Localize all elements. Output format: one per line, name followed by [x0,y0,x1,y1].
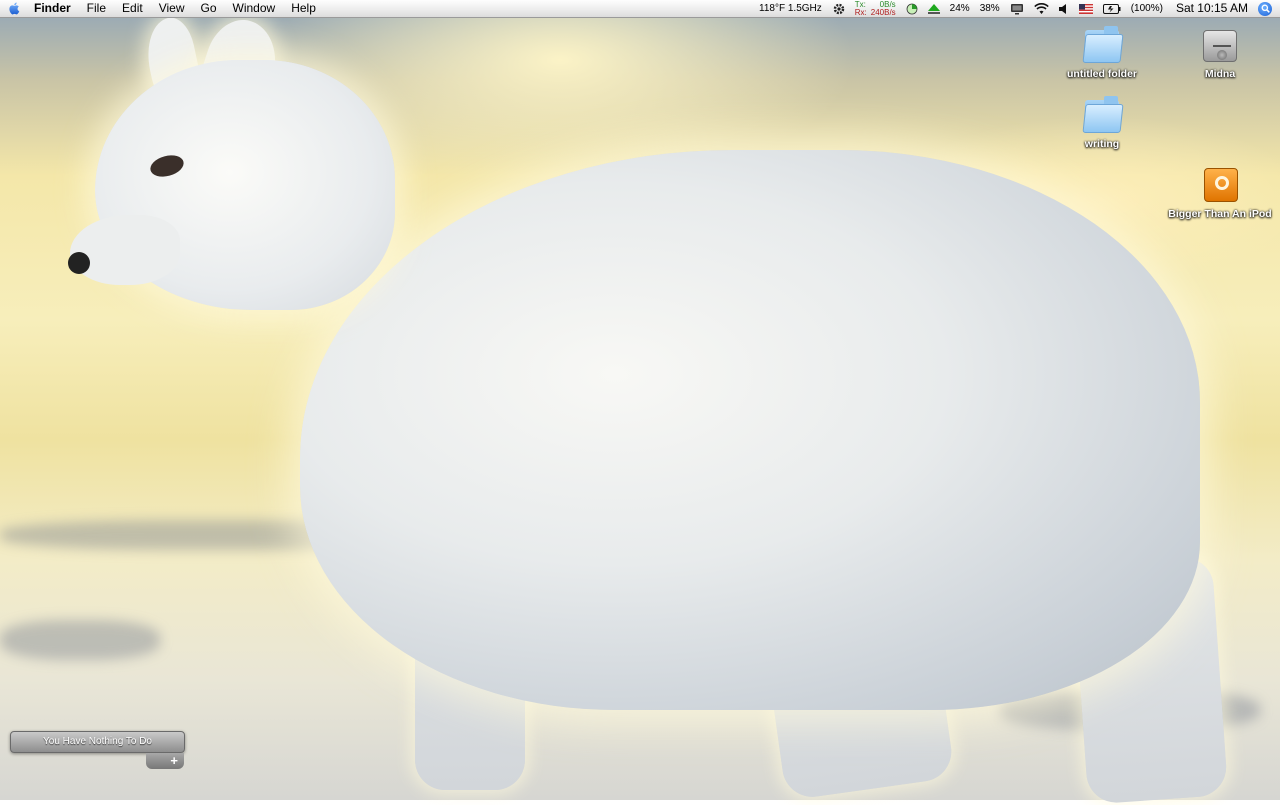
pie-chart-icon[interactable] [901,3,923,15]
desktop-icon-label: writing [1084,138,1120,150]
add-todo-button[interactable]: + [146,753,184,769]
upload-arrow-icon[interactable] [923,3,945,14]
network-meter[interactable]: 0B/s 240B/s [870,0,901,17]
hard-disk-icon [1200,24,1240,64]
us-flag-icon[interactable] [1074,3,1098,14]
menu-file[interactable]: File [79,0,114,17]
desktop-icon-label: untitled folder [1067,68,1137,80]
rx-value: 240B/s [870,7,896,17]
desktop-icon-label: Bigger Than An iPod [1168,208,1272,220]
rx-label: Rx: [854,7,867,17]
desktop-icon-bigger-than-an-ipod[interactable]: Bigger Than An iPod [1165,164,1275,220]
ipod-disk-icon [1200,164,1240,204]
memory-percent[interactable]: 38% [975,0,1005,17]
menu-bar: Finder File Edit View Go Window Help 118… [0,0,1280,18]
gear-icon[interactable] [827,2,851,16]
fox-snout [70,215,180,285]
menu-help[interactable]: Help [283,0,324,17]
menu-extras: 118°F 1.5GHz Tx: Rx: 0B/s 240B/s 24% 38% [754,0,1280,17]
desktop-icon-writing[interactable]: writing [1047,94,1157,150]
folder-icon [1082,94,1124,134]
volume-icon[interactable] [1054,3,1074,15]
wifi-icon[interactable] [1029,2,1054,15]
todo-widget: You Have Nothing To Do + [10,731,185,769]
menu-window[interactable]: Window [225,0,284,17]
fox-body [300,150,1200,710]
menu-edit[interactable]: Edit [114,0,151,17]
desktop-icon-midna[interactable]: Midna [1165,24,1275,80]
battery-icon[interactable] [1098,3,1126,14]
cpu-temp-readout[interactable]: 118°F 1.5GHz [754,0,827,17]
desktop-icon-label: Midna [1204,68,1236,80]
desktop-icon-untitled-folder[interactable]: untitled folder [1047,24,1157,80]
battery-percent[interactable]: (100%) [1126,0,1168,17]
todo-status[interactable]: You Have Nothing To Do [10,731,185,753]
network-labels: Tx: Rx: [851,0,871,17]
display-icon[interactable] [1005,3,1029,15]
menu-app-finder[interactable]: Finder [28,0,79,17]
apple-menu-icon[interactable] [0,0,28,17]
cpu-percent[interactable]: 24% [945,0,975,17]
menu-go[interactable]: Go [193,0,225,17]
fox-nose [68,252,90,274]
menu-clock[interactable]: Sat 10:15 AM [1168,0,1258,17]
folder-icon [1082,24,1124,64]
menu-view[interactable]: View [151,0,193,17]
snow-shadow [0,620,160,660]
spotlight-search-icon[interactable] [1258,1,1272,16]
